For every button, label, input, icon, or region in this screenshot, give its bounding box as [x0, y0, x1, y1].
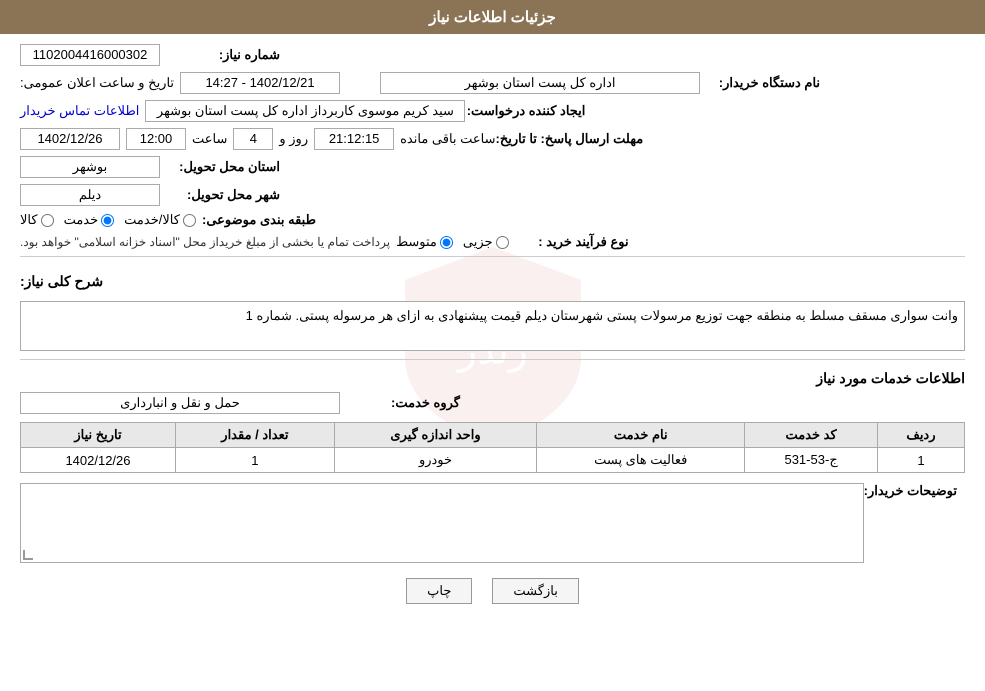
shomare-niaz-label: شماره نیاز:	[160, 47, 280, 63]
saat-label: ساعت	[192, 131, 227, 147]
groupe-khadamat-label: گروه خدمت:	[340, 395, 460, 411]
table-cell-vahed: خودرو	[334, 448, 536, 473]
nowe-farayand-group: جزیی متوسط پرداخت تمام یا بخشی از مبلغ خ…	[20, 234, 509, 250]
tawsifat-row: توضیحات خریدار:	[20, 483, 965, 563]
radio-khadamat-input[interactable]	[101, 214, 114, 227]
tabaqe-label: طبقه بندی موضوعی:	[196, 212, 316, 228]
rooz-label: روز و	[279, 131, 308, 147]
tabaqe-row: طبقه بندی موضوعی: کالا/خدمت خدمت کالا	[20, 212, 965, 228]
mohlat-label: مهلت ارسال پاسخ: تا تاریخ:	[496, 131, 644, 147]
shahr-label: شهر محل تحویل:	[160, 187, 280, 203]
tarikh-elan-value: 1402/12/21 - 14:27	[180, 72, 340, 94]
sharh-value: وانت سواری مسقف مسلط به منطقه جهت توزیع …	[246, 308, 958, 323]
ettilaat-tamas-link[interactable]: اطلاعات تماس خریدار	[20, 103, 139, 119]
saat-value: 12:00	[126, 128, 186, 150]
shahr-row: شهر محل تحویل: دیلم	[20, 184, 965, 206]
table-cell-namKhadamat: فعالیت های پست	[537, 448, 745, 473]
divider-2	[20, 359, 965, 360]
table-cell-tedad: 1	[175, 448, 334, 473]
date-value: 1402/12/26	[20, 128, 120, 150]
tabaqe-radio-group: کالا/خدمت خدمت کالا	[20, 212, 196, 228]
radio-jozei: جزیی	[463, 234, 509, 250]
nowe-farayand-label: نوع فرآیند خرید :	[509, 234, 629, 250]
ijad-konande-label: ایجاد کننده درخواست:	[465, 103, 585, 119]
radio-jozei-input[interactable]	[496, 236, 509, 249]
buttons-row: بازگشت چاپ	[20, 578, 965, 604]
table-header-row: ردیف کد خدمت نام خدمت واحد اندازه گیری ت…	[21, 423, 965, 448]
col-radif: ردیف	[877, 423, 964, 448]
shomare-niaz-row: شماره نیاز: 1102004416000302	[20, 44, 965, 66]
radio-mottaset-label: متوسط	[396, 234, 437, 250]
divider-1	[20, 256, 965, 257]
page-title: جزئیات اطلاعات نیاز	[429, 9, 556, 26]
col-kod-khadamat: کد خدمت	[745, 423, 878, 448]
services-table-body: 1ج-53-531فعالیت های پستخودرو11402/12/26	[21, 448, 965, 473]
back-button[interactable]: بازگشت	[492, 578, 578, 604]
radio-khadamat-label: خدمت	[64, 212, 99, 228]
remaining-value: 21:12:15	[314, 128, 394, 150]
shomare-niaz-value: 1102004416000302	[20, 44, 160, 66]
radio-khadamat: خدمت	[64, 212, 115, 228]
col-tedad: تعداد / مقدار	[175, 423, 334, 448]
shahr-value: دیلم	[20, 184, 160, 206]
nam-dastgah-value: اداره کل پست استان بوشهر	[380, 72, 700, 94]
table-cell-radif: 1	[877, 448, 964, 473]
radio-jozei-label: جزیی	[463, 234, 493, 250]
sharh-label: شرح کلی نیاز:	[20, 273, 103, 290]
radio-kala-khadamat: کالا/خدمت	[124, 212, 196, 228]
radio-kala-label: کالا	[20, 212, 38, 228]
mohlat-row: مهلت ارسال پاسخ: تا تاریخ: ساعت باقی مان…	[20, 128, 965, 150]
table-cell-kodKhadamat: ج-53-531	[745, 448, 878, 473]
radio-kala-input[interactable]	[41, 214, 54, 227]
radio-kala-khadamat-label: کالا/خدمت	[124, 212, 180, 228]
col-nam-khadamat: نام خدمت	[537, 423, 745, 448]
ostan-value: بوشهر	[20, 156, 160, 178]
groupe-khadamat-value: حمل و نقل و انبارداری	[20, 392, 340, 414]
mohlat-group: ساعت باقی مانده 21:12:15 روز و 4 ساعت 12…	[20, 128, 496, 150]
rooz-value: 4	[233, 128, 273, 150]
table-row: 1ج-53-531فعالیت های پستخودرو11402/12/26	[21, 448, 965, 473]
note-text: پرداخت تمام یا بخشی از مبلغ خریداز محل "…	[20, 235, 390, 249]
tawsifat-label: توضیحات خریدار:	[864, 483, 957, 499]
page-container: رندر جزئیات اطلاعات نیاز شماره نیاز: 110…	[0, 0, 985, 691]
radio-mottaset: متوسط	[396, 234, 453, 250]
radio-mottaset-input[interactable]	[440, 236, 453, 249]
ostan-label: استان محل تحویل:	[160, 159, 280, 175]
ijad-konande-group: سید کریم موسوی کاربرداز اداره کل پست است…	[20, 100, 465, 122]
nowe-farayand-row: نوع فرآیند خرید : جزیی متوسط پرداخت تمام…	[20, 234, 965, 250]
page-header: جزئیات اطلاعات نیاز	[0, 0, 985, 34]
remaining-label: ساعت باقی مانده	[400, 131, 495, 147]
page-content: شماره نیاز: 1102004416000302 نام دستگاه …	[0, 34, 985, 629]
nam-dastgah-row: نام دستگاه خریدار: اداره کل پست استان بو…	[20, 72, 965, 94]
resize-handle	[23, 550, 33, 560]
groupe-khadamat-row: گروه خدمت: حمل و نقل و انبارداری	[20, 392, 965, 414]
print-button[interactable]: چاپ	[406, 578, 472, 604]
table-cell-tarikhNiaz: 1402/12/26	[21, 448, 176, 473]
tawsifat-box	[20, 483, 864, 563]
sharh-value-box: وانت سواری مسقف مسلط به منطقه جهت توزیع …	[20, 301, 965, 351]
farayand-radio-group: جزیی متوسط	[396, 234, 509, 250]
tarikh-elan-label: تاریخ و ساعت اعلان عمومی:	[20, 75, 174, 91]
col-tarikh: تاریخ نیاز	[21, 423, 176, 448]
ostan-row: استان محل تحویل: بوشهر	[20, 156, 965, 178]
khadamat-section-title: اطلاعات خدمات مورد نیاز	[20, 370, 965, 387]
tarikh-elan-group: 1402/12/21 - 14:27 تاریخ و ساعت اعلان عم…	[20, 72, 340, 94]
radio-kala-khadamat-input[interactable]	[183, 214, 196, 227]
services-table-head: ردیف کد خدمت نام خدمت واحد اندازه گیری ت…	[21, 423, 965, 448]
col-vahed: واحد اندازه گیری	[334, 423, 536, 448]
nam-dastgah-label: نام دستگاه خریدار:	[700, 75, 820, 91]
sharh-section-label: شرح کلی نیاز:	[20, 263, 965, 295]
ijad-konande-value: سید کریم موسوی کاربرداز اداره کل پست است…	[145, 100, 465, 122]
services-table: ردیف کد خدمت نام خدمت واحد اندازه گیری ت…	[20, 422, 965, 473]
ijad-konande-row: ایجاد کننده درخواست: سید کریم موسوی کارب…	[20, 100, 965, 122]
radio-kala: کالا	[20, 212, 54, 228]
